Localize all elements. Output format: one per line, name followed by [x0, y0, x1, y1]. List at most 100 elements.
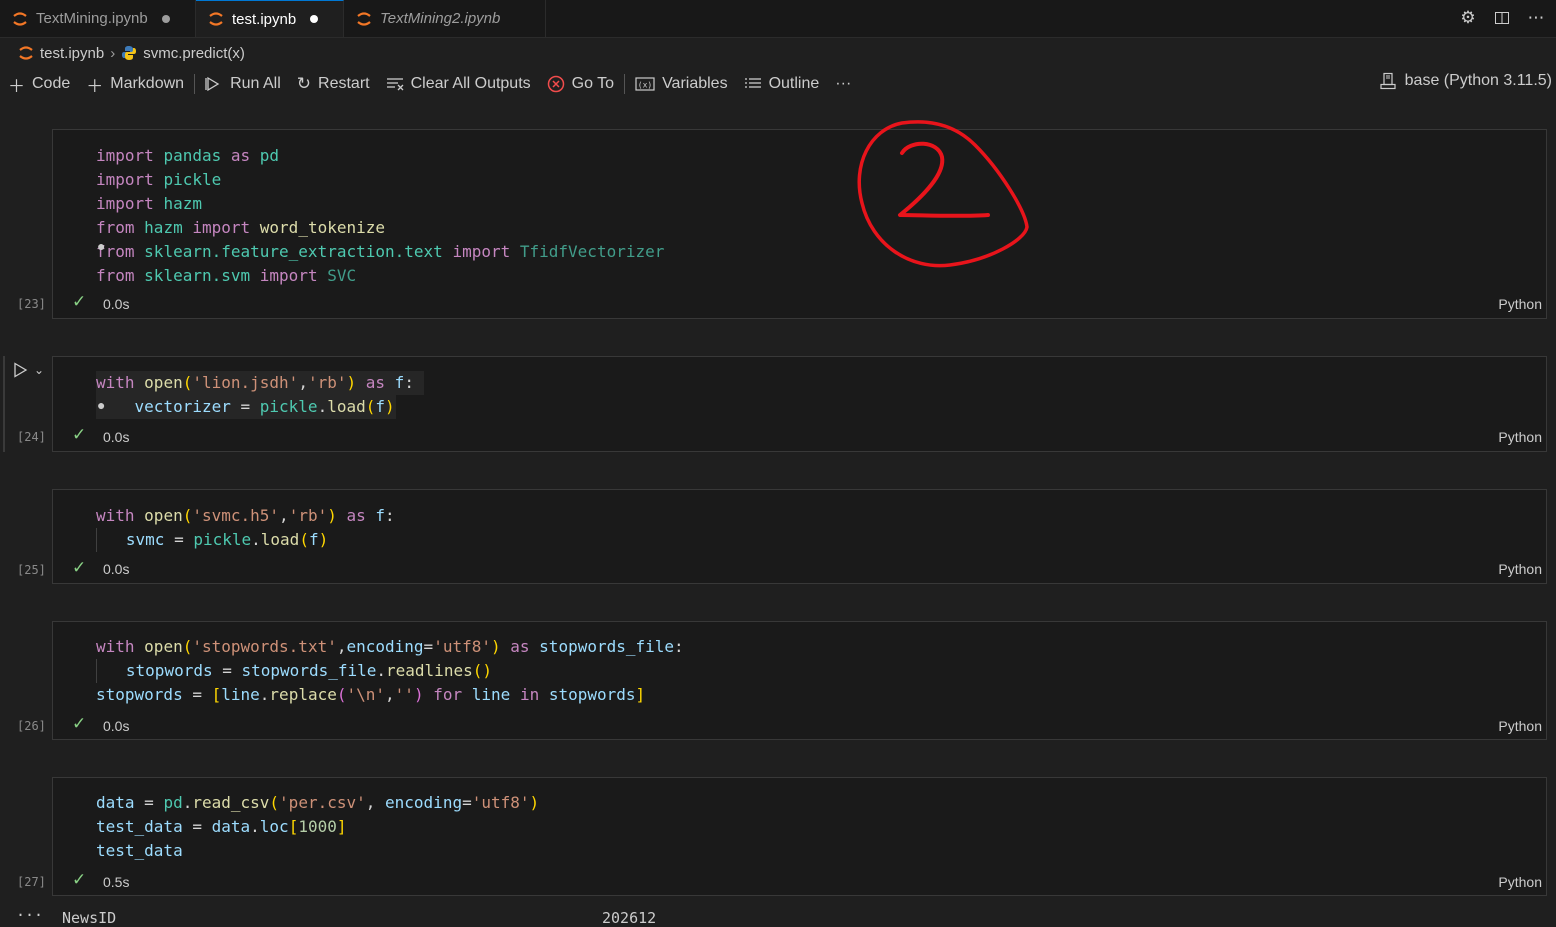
plus-icon: ＋ — [86, 76, 104, 96]
execution-count: [27] — [17, 875, 46, 889]
cell-code[interactable]: with open('lion.jsdh','rb') as f: vector… — [96, 371, 414, 419]
execution-count: [23] — [17, 297, 46, 311]
clear-all-outputs-button[interactable]: Clear All Outputs — [378, 71, 539, 97]
cell-editor[interactable]: with open('lion.jsdh','rb') as f: vector… — [52, 356, 1547, 452]
chevron-right-icon: › — [110, 44, 116, 62]
kernel-label: base (Python 3.11.5) — [1404, 72, 1552, 89]
lightbulb-icon[interactable]: ● — [97, 238, 105, 254]
button-label: Go To — [571, 75, 615, 92]
cell-code[interactable]: data = pd.read_csv('per.csv', encoding='… — [96, 791, 539, 863]
tab-textmining2[interactable]: TextMining2.ipynb — [344, 0, 546, 37]
tab-label: TextMining2.ipynb — [380, 10, 501, 27]
annotation-circle-2 — [857, 120, 1029, 268]
jupyter-icon — [13, 11, 27, 26]
annotation-digit — [898, 141, 990, 218]
editor-actions: ⚙ ⋯ — [1456, 6, 1548, 30]
code-cell[interactable]: with open('svmc.h5','rb') as f: svmc = p… — [0, 489, 1556, 584]
tab-test[interactable]: test.ipynb — [196, 0, 344, 37]
button-label: Restart — [318, 75, 370, 92]
add-markdown-cell-button[interactable]: ＋ Markdown — [78, 71, 192, 97]
chevron-down-icon[interactable]: ⌄ — [34, 363, 44, 377]
kernel-icon — [1380, 72, 1396, 90]
button-label: Variables — [662, 75, 728, 92]
breadcrumb-symbol[interactable]: svmc.predict(x) — [143, 45, 245, 62]
go-to-button[interactable]: Go To — [539, 71, 622, 97]
jupyter-icon — [19, 46, 33, 60]
tab-label: TextMining.ipynb — [36, 10, 148, 27]
run-cell-icon[interactable] — [12, 362, 28, 378]
cell-language[interactable]: Python — [1498, 296, 1542, 312]
code-cell[interactable]: with open('stopwords.txt',encoding='utf8… — [0, 621, 1556, 740]
tab-label: test.ipynb — [232, 10, 297, 28]
button-label: Clear All Outputs — [410, 75, 531, 92]
variables-icon: (x) — [635, 76, 655, 92]
cell-code[interactable]: import pandas as pd import pickle import… — [96, 144, 664, 288]
check-icon: ✓ — [72, 870, 87, 889]
add-code-cell-button[interactable]: ＋ Code — [0, 71, 78, 97]
cell-editor[interactable]: import pandas as pd import pickle import… — [52, 129, 1547, 319]
notebook-toolbar: ＋ Code ＋ Markdown Run All ↻ Restart Clear A… — [0, 70, 1556, 98]
execution-duration: 0.0s — [103, 561, 130, 577]
check-icon: ✓ — [72, 425, 87, 444]
cell-run-controls: ⌄ — [12, 362, 44, 378]
python-icon — [122, 46, 137, 60]
toolbar-divider — [624, 74, 626, 94]
clear-outputs-icon — [386, 76, 404, 92]
button-label: Code — [32, 75, 71, 92]
focus-indicator — [3, 356, 5, 452]
breadcrumb-file[interactable]: test.ipynb — [40, 45, 104, 62]
restart-icon: ↻ — [296, 74, 312, 93]
cell-output: ··· NewsID 202612 — [0, 906, 1556, 927]
outline-list-icon — [744, 76, 762, 92]
cell-editor[interactable]: with open('stopwords.txt',encoding='utf8… — [52, 621, 1547, 740]
button-label: Run All — [230, 75, 281, 92]
plus-icon: ＋ — [8, 76, 25, 96]
more-toolbar-button[interactable]: ··· — [827, 71, 859, 97]
code-cell[interactable]: data = pd.read_csv('per.csv', encoding='… — [0, 777, 1556, 896]
editor-tab-bar: TextMining.ipynb test.ipynb TextMining2.… — [0, 0, 1556, 38]
execution-count: [24] — [17, 430, 46, 444]
output-more-icon[interactable]: ··· — [16, 906, 43, 924]
tab-textmining[interactable]: TextMining.ipynb — [0, 0, 196, 37]
execution-duration: 0.0s — [103, 718, 130, 734]
button-label: Outline — [768, 75, 820, 92]
run-all-button[interactable]: Run All — [197, 71, 289, 97]
svg-text:(x): (x) — [638, 81, 652, 90]
jupyter-icon — [357, 11, 371, 26]
cell-code[interactable]: with open('svmc.h5','rb') as f: svmc = p… — [96, 504, 395, 552]
execution-count: [26] — [17, 719, 46, 733]
unsaved-dot-icon[interactable] — [310, 15, 319, 23]
run-all-icon — [205, 76, 223, 92]
jupyter-icon — [209, 12, 223, 26]
cell-language[interactable]: Python — [1498, 561, 1542, 577]
more-icon: ··· — [835, 75, 852, 92]
split-editor-icon[interactable] — [1490, 6, 1514, 30]
button-label: Markdown — [110, 75, 185, 92]
cell-editor[interactable]: with open('svmc.h5','rb') as f: svmc = p… — [52, 489, 1547, 584]
breadcrumb: test.ipynb › svmc.predict(x) — [18, 42, 245, 64]
output-value: 202612 — [602, 909, 657, 927]
cell-editor[interactable]: data = pd.read_csv('per.csv', encoding='… — [52, 777, 1547, 896]
toolbar-divider — [194, 74, 196, 94]
output-key: NewsID — [62, 909, 117, 927]
outline-button[interactable]: Outline — [736, 71, 828, 97]
restart-button[interactable]: ↻ Restart — [289, 71, 378, 97]
gear-icon[interactable]: ⚙ — [1456, 6, 1480, 30]
execution-duration: 0.0s — [103, 429, 130, 445]
code-cell[interactable]: ⌄ with open('lion.jsdh','rb') as f: vect… — [0, 356, 1556, 452]
lightbulb-icon[interactable]: ● — [97, 397, 105, 413]
check-icon: ✓ — [72, 714, 87, 733]
cell-language[interactable]: Python — [1498, 874, 1542, 890]
check-icon: ✓ — [72, 558, 87, 577]
cell-code[interactable]: with open('stopwords.txt',encoding='utf8… — [96, 635, 684, 707]
execution-duration: 0.0s — [103, 296, 130, 312]
check-icon: ✓ — [72, 292, 87, 311]
more-actions-icon[interactable]: ⋯ — [1524, 6, 1548, 30]
code-cell[interactable]: import pandas as pd import pickle import… — [0, 129, 1556, 319]
cell-language[interactable]: Python — [1498, 718, 1542, 734]
execution-count: [25] — [17, 563, 46, 577]
variables-button[interactable]: (x) Variables — [627, 71, 736, 97]
kernel-picker[interactable]: base (Python 3.11.5) — [1379, 72, 1552, 90]
unsaved-dot-icon[interactable] — [161, 14, 170, 23]
cell-language[interactable]: Python — [1498, 429, 1542, 445]
